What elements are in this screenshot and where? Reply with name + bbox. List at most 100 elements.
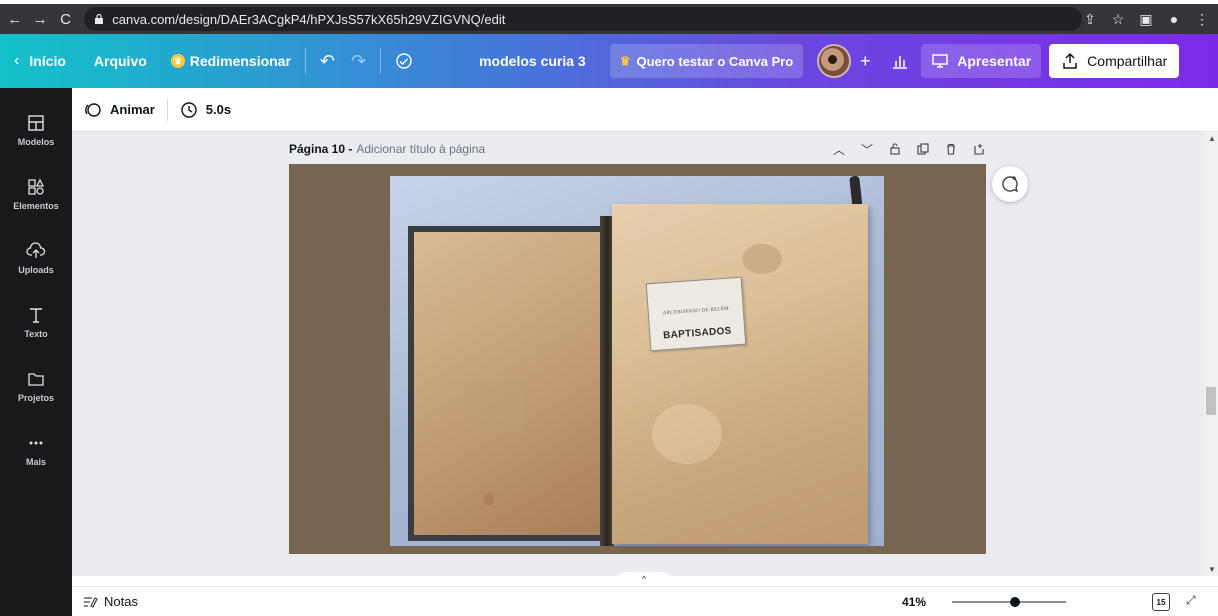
- stain: [652, 404, 722, 464]
- fullscreen-icon[interactable]: ⤢: [1186, 593, 1202, 609]
- uploads-icon: [26, 242, 46, 258]
- book-photo[interactable]: ARCEBISPADO DE BELÉM BAPTISADOS: [390, 176, 884, 546]
- design-page[interactable]: ARCEBISPADO DE BELÉM BAPTISADOS: [289, 164, 986, 554]
- crown-icon: ♛: [619, 54, 631, 68]
- redo-icon[interactable]: ↷: [343, 43, 374, 79]
- design-title[interactable]: modelos curia 3: [471, 43, 594, 79]
- scroll-down-icon[interactable]: ▼: [1208, 565, 1216, 574]
- resize-label: Redimensionar: [189, 53, 291, 69]
- profile-avatar-icon[interactable]: ●: [1166, 11, 1182, 27]
- duration-label: 5.0s: [205, 102, 232, 117]
- label-small-text: ARCEBISPADO DE BELÉM: [662, 306, 730, 317]
- pro-label: Quero testar o Canva Pro: [636, 53, 794, 69]
- sidebar-item-label: Texto: [24, 329, 48, 339]
- share-page-icon[interactable]: ⇪: [1082, 11, 1098, 27]
- collapse-pages-button[interactable]: ^: [614, 572, 674, 586]
- duration-button[interactable]: 5.0s: [170, 101, 241, 119]
- page-count: 15: [1156, 597, 1166, 607]
- sidebar-item-label: Projetos: [17, 393, 54, 403]
- address-bar[interactable]: canva.com/design/DAEr3ACgkP4/hPXJsS57kX6…: [84, 7, 1082, 31]
- canva-editor-window: ← → C canva.com/design/DAEr3ACgkP4/hPXJs…: [0, 0, 1218, 616]
- text-icon: [30, 308, 42, 323]
- book-left-cover: [408, 226, 604, 541]
- cloud-saved-icon[interactable]: [387, 43, 421, 79]
- chevron-up-icon[interactable]: ︿: [832, 142, 846, 157]
- window-icon[interactable]: ▣: [1138, 11, 1154, 27]
- sidebar-item-elements[interactable]: Elementos: [0, 166, 72, 222]
- file-label: Arquivo: [93, 53, 147, 69]
- share-icon: [1063, 52, 1077, 69]
- reload-icon[interactable]: C: [55, 8, 76, 30]
- add-page-title-input[interactable]: Adicionar título à página: [356, 142, 485, 156]
- page-grid-button[interactable]: 15: [1152, 593, 1170, 611]
- lock-page-icon[interactable]: [888, 142, 902, 156]
- chevron-down-icon[interactable]: ﹀: [860, 142, 874, 157]
- sidebar-item-label: Modelos: [17, 137, 55, 147]
- share-button[interactable]: Compartilhar: [1049, 44, 1180, 78]
- notes-icon: [84, 596, 98, 608]
- editor-toolbar: Animar 5.0s: [72, 88, 1218, 132]
- sidebar-item-projects[interactable]: Projetos: [0, 358, 72, 414]
- animate-icon: [85, 102, 101, 117]
- file-menu-button[interactable]: Arquivo: [86, 43, 155, 79]
- add-collaborator-button[interactable]: +: [855, 51, 875, 72]
- comment-plus-icon: [1002, 176, 1019, 193]
- vertical-scrollbar[interactable]: ▲ ▼: [1204, 132, 1218, 576]
- canvas-area: Página 10 - Adicionar título à página ︿ …: [72, 132, 1204, 576]
- duplicate-page-icon[interactable]: [916, 142, 930, 156]
- scroll-thumb[interactable]: [1206, 387, 1216, 415]
- animate-button[interactable]: Animar: [72, 101, 165, 119]
- left-sidebar: Modelos Elementos Uploads Texto Projetos…: [0, 88, 72, 616]
- share-label: Compartilhar: [1087, 53, 1168, 69]
- more-icon: [29, 441, 43, 445]
- folder-icon: [28, 373, 44, 386]
- bookmark-star-icon[interactable]: ☆: [1110, 11, 1126, 27]
- delete-page-icon[interactable]: [944, 142, 958, 156]
- insights-icon[interactable]: [883, 43, 917, 79]
- present-button[interactable]: Apresentar: [921, 44, 1042, 78]
- label-main-text: BAPTISADOS: [662, 325, 732, 342]
- divider: [380, 48, 382, 74]
- home-button[interactable]: ‹ Início: [0, 43, 74, 79]
- browser-toolbar: ← → C canva.com/design/DAEr3ACgkP4/hPXJs…: [0, 4, 1218, 34]
- chevron-left-icon: ‹: [14, 52, 20, 69]
- page-header: Página 10 - Adicionar título à página ︿ …: [289, 140, 986, 158]
- url-text: canva.com/design/DAEr3ACgkP4/hPXJsS57kX6…: [112, 11, 506, 27]
- zoom-percentage[interactable]: 41%: [902, 595, 926, 609]
- back-icon[interactable]: ←: [4, 8, 25, 30]
- avatar[interactable]: [817, 44, 852, 78]
- divider: [304, 48, 306, 74]
- try-pro-button[interactable]: ♛ Quero testar o Canva Pro: [609, 44, 804, 78]
- add-comment-button[interactable]: [992, 166, 1028, 202]
- undo-icon[interactable]: ↶: [312, 43, 343, 79]
- elements-icon: [28, 178, 45, 195]
- home-label: Início: [29, 53, 66, 69]
- lock-icon: [95, 14, 104, 24]
- sidebar-item-label: Mais: [25, 457, 46, 467]
- scroll-up-icon[interactable]: ▲: [1208, 134, 1216, 143]
- sidebar-item-uploads[interactable]: Uploads: [0, 230, 72, 286]
- page-tools: ︿ ﹀: [832, 140, 986, 158]
- forward-icon[interactable]: →: [29, 8, 50, 30]
- sidebar-item-templates[interactable]: Modelos: [0, 102, 72, 158]
- divider: [166, 98, 168, 121]
- present-label: Apresentar: [957, 53, 1032, 69]
- zoom-slider[interactable]: [952, 597, 1066, 607]
- stain: [464, 382, 524, 432]
- bottom-bar: Notas 41% 15 ⤢: [72, 586, 1218, 616]
- design-title-text: modelos curia 3: [479, 53, 586, 69]
- notes-label: Notas: [104, 594, 138, 609]
- sidebar-item-text[interactable]: Texto: [0, 294, 72, 350]
- sidebar-item-label: Elementos: [13, 201, 59, 211]
- page-number: Página 10 -: [289, 142, 353, 156]
- sidebar-item-label: Uploads: [18, 265, 54, 275]
- chevron-up-icon: ^: [641, 574, 647, 584]
- archive-label: ARCEBISPADO DE BELÉM BAPTISADOS: [645, 276, 747, 352]
- kebab-menu-icon[interactable]: ⋮: [1194, 11, 1210, 27]
- sidebar-item-more[interactable]: Mais: [0, 422, 72, 478]
- clock-icon: [181, 101, 197, 118]
- add-page-icon[interactable]: [972, 142, 986, 156]
- zoom-slider-knob[interactable]: [1009, 597, 1020, 607]
- resize-button[interactable]: ♛ Redimensionar: [163, 43, 299, 79]
- notes-button[interactable]: Notas: [82, 594, 138, 610]
